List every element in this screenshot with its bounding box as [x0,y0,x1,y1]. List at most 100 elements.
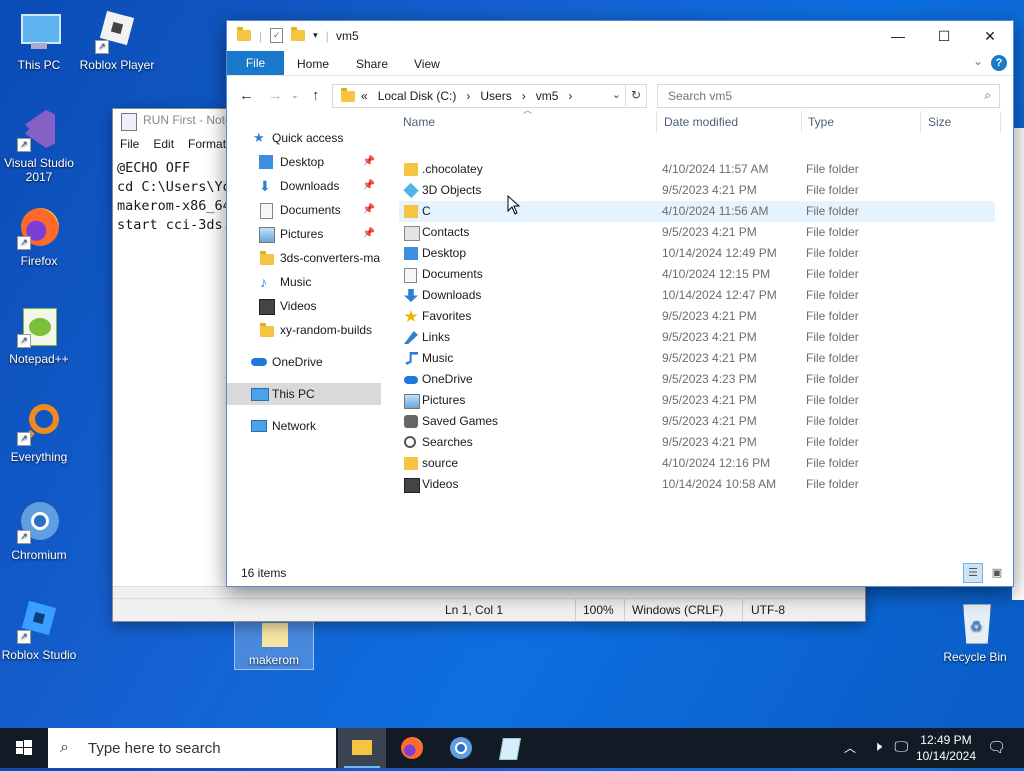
nav-item-videos[interactable]: Videos [227,295,381,317]
3d-objects-icon [403,182,419,199]
volume-muted-icon[interactable]: 🕨 [873,738,882,755]
tab-home[interactable]: Home [297,57,329,71]
minimize-button[interactable]: — [875,21,921,51]
explorer-title-bar[interactable]: | ✓ ▾ | vm5 — ☐ ✕ [227,21,1013,51]
file-row[interactable]: C 4/10/2024 11:56 AM File folder [399,201,995,222]
file-row[interactable]: Documents 4/10/2024 12:15 PM File folder [399,264,995,285]
taskbar-search-box[interactable]: ⌕ Type here to search [48,728,336,768]
file-date-modified: 4/10/2024 11:57 AM [662,162,769,176]
file-row[interactable]: 3D Objects 9/5/2023 4:21 PM File folder [399,180,995,201]
nav-item-desktop[interactable]: Desktop 📌 [227,151,381,173]
expand-ribbon-icon[interactable]: ⌄ [973,54,983,68]
notepad-icon [499,738,521,760]
large-icons-view-button[interactable]: ▣ [987,563,1007,583]
details-view-button[interactable]: ☰ [963,563,983,583]
clock[interactable]: 12:49 PM 10/14/2024 [916,732,976,764]
file-explorer-window[interactable]: | ✓ ▾ | vm5 — ☐ ✕ File Home Share View ⌄… [226,20,1014,587]
desktop-icon-everything[interactable]: ↗ Everything [0,402,81,464]
search-input[interactable] [666,88,970,104]
notepad-icon [121,113,137,131]
maximize-button[interactable]: ☐ [921,21,967,51]
notepad-title: RUN First - Note [143,113,232,127]
breadcrumb-overflow[interactable]: « [361,89,368,103]
refresh-button[interactable]: ↻ [625,84,646,106]
column-header-name[interactable]: Name [403,109,435,135]
help-icon[interactable]: ? [991,55,1007,71]
file-row[interactable]: .chocolatey 4/10/2024 11:57 AM File folder [399,159,995,180]
new-folder-icon[interactable] [291,27,306,41]
nav-item-3ds-converters[interactable]: 3ds-converters-ma [227,247,381,269]
pictures-icon [259,227,275,243]
column-header-date-modified[interactable]: Date modified [664,109,738,135]
customize-toolbar-icon[interactable]: ▾ [313,30,318,41]
breadcrumb-separator[interactable]: › [466,89,470,103]
breadcrumb-separator[interactable]: › [522,89,526,103]
taskbar-file-explorer[interactable] [338,728,386,768]
address-dropdown-icon[interactable]: ⌄ [612,88,621,101]
file-row[interactable]: OneDrive 9/5/2023 4:23 PM File folder [399,369,995,390]
desktop-icon-roblox-player[interactable]: ↗ Roblox Player [75,10,159,72]
back-button[interactable]: ← [239,87,254,104]
desktop-icon-visual-studio[interactable]: ↗ Visual Studio 2017 [0,108,81,184]
taskbar-notepad[interactable] [486,728,534,768]
column-header-type[interactable]: Type [808,109,834,135]
tab-view[interactable]: View [414,57,440,71]
breadcrumb-separator[interactable]: › [568,89,572,103]
tab-file[interactable]: File [227,51,284,75]
file-date-modified: 9/5/2023 4:21 PM [662,351,757,365]
address-bar[interactable]: « Local Disk (C:) › Users › vm5 › ⌄ [332,84,647,108]
search-icon[interactable]: ⌕ [984,88,991,103]
this-pc-icon [251,388,269,401]
file-row[interactable]: Pictures 9/5/2023 4:21 PM File folder [399,390,995,411]
file-date-modified: 9/5/2023 4:21 PM [662,414,757,428]
desktop-icon-firefox[interactable]: ↗ Firefox [0,206,81,268]
nav-item-documents[interactable]: Documents 📌 [227,199,381,221]
properties-icon[interactable]: ✓ [270,28,284,43]
notepad-menu-format[interactable]: Format [188,133,226,155]
network-icon[interactable]: 🖵 [895,738,909,755]
taskbar-chromium[interactable] [437,728,485,768]
file-row[interactable]: Downloads 10/14/2024 12:47 PM File folder [399,285,995,306]
nav-item-xy-random-builds[interactable]: xy-random-builds [227,319,381,341]
nav-item-quick-access[interactable]: ★ Quick access [227,127,381,149]
desktop-icon-notepad-plus-plus[interactable]: ↗ Notepad++ [0,304,81,366]
nav-item-onedrive[interactable]: OneDrive [227,351,381,373]
breadcrumb-users[interactable]: Users [480,89,511,103]
column-header-size[interactable]: Size [928,109,951,135]
nav-item-downloads[interactable]: ⬇ Downloads 📌 [227,175,381,197]
file-row[interactable]: Favorites 9/5/2023 4:21 PM File folder [399,306,995,327]
file-row[interactable]: Searches 9/5/2023 4:21 PM File folder [399,432,995,453]
breadcrumb-vm5[interactable]: vm5 [536,89,559,103]
file-row[interactable]: Saved Games 9/5/2023 4:21 PM File folder [399,411,995,432]
desktop-icon-chromium[interactable]: ↗ Chromium [0,500,81,562]
search-box[interactable]: ⌕ [657,84,1000,108]
start-button[interactable] [0,728,48,768]
tab-share[interactable]: Share [356,57,388,71]
firefox-icon [401,737,423,759]
nav-item-this-pc[interactable]: This PC [227,383,381,405]
desktop-icon-roblox-studio[interactable]: ↗ Roblox Studio [0,600,81,662]
forward-button[interactable]: → [268,87,283,104]
file-row[interactable]: source 4/10/2024 12:16 PM File folder [399,453,995,474]
desktop-icon-makerom[interactable]: makerom [234,620,314,670]
notifications-icon[interactable]: 🗨 [987,738,1006,756]
nav-item-label: Pictures [280,227,324,241]
breadcrumb-local-disk[interactable]: Local Disk (C:) [378,89,457,103]
notepad-menu-edit[interactable]: Edit [153,133,174,155]
notepad-menu-file[interactable]: File [120,133,139,155]
nav-item-music[interactable]: ♪ Music [227,271,381,293]
file-row[interactable]: Videos 10/14/2024 10:58 AM File folder [399,474,995,495]
file-row[interactable]: Contacts 9/5/2023 4:21 PM File folder [399,222,995,243]
up-button[interactable]: ↑ [312,87,320,104]
taskbar-firefox[interactable] [388,728,436,768]
show-hidden-icons-icon[interactable]: ︿ [844,739,856,756]
file-row[interactable]: Music 9/5/2023 4:21 PM File folder [399,348,995,369]
recent-locations-icon[interactable]: ⌄ [291,90,299,101]
file-row[interactable]: Desktop 10/14/2024 12:49 PM File folder [399,243,995,264]
desktop-icon-this-pc[interactable]: This PC [0,10,81,72]
file-row[interactable]: Links 9/5/2023 4:21 PM File folder [399,327,995,348]
nav-item-network[interactable]: Network [227,415,381,437]
close-button[interactable]: ✕ [967,21,1013,51]
nav-item-pictures[interactable]: Pictures 📌 [227,223,381,245]
desktop-icon-recycle-bin[interactable]: ♻ Recycle Bin [933,602,1017,664]
